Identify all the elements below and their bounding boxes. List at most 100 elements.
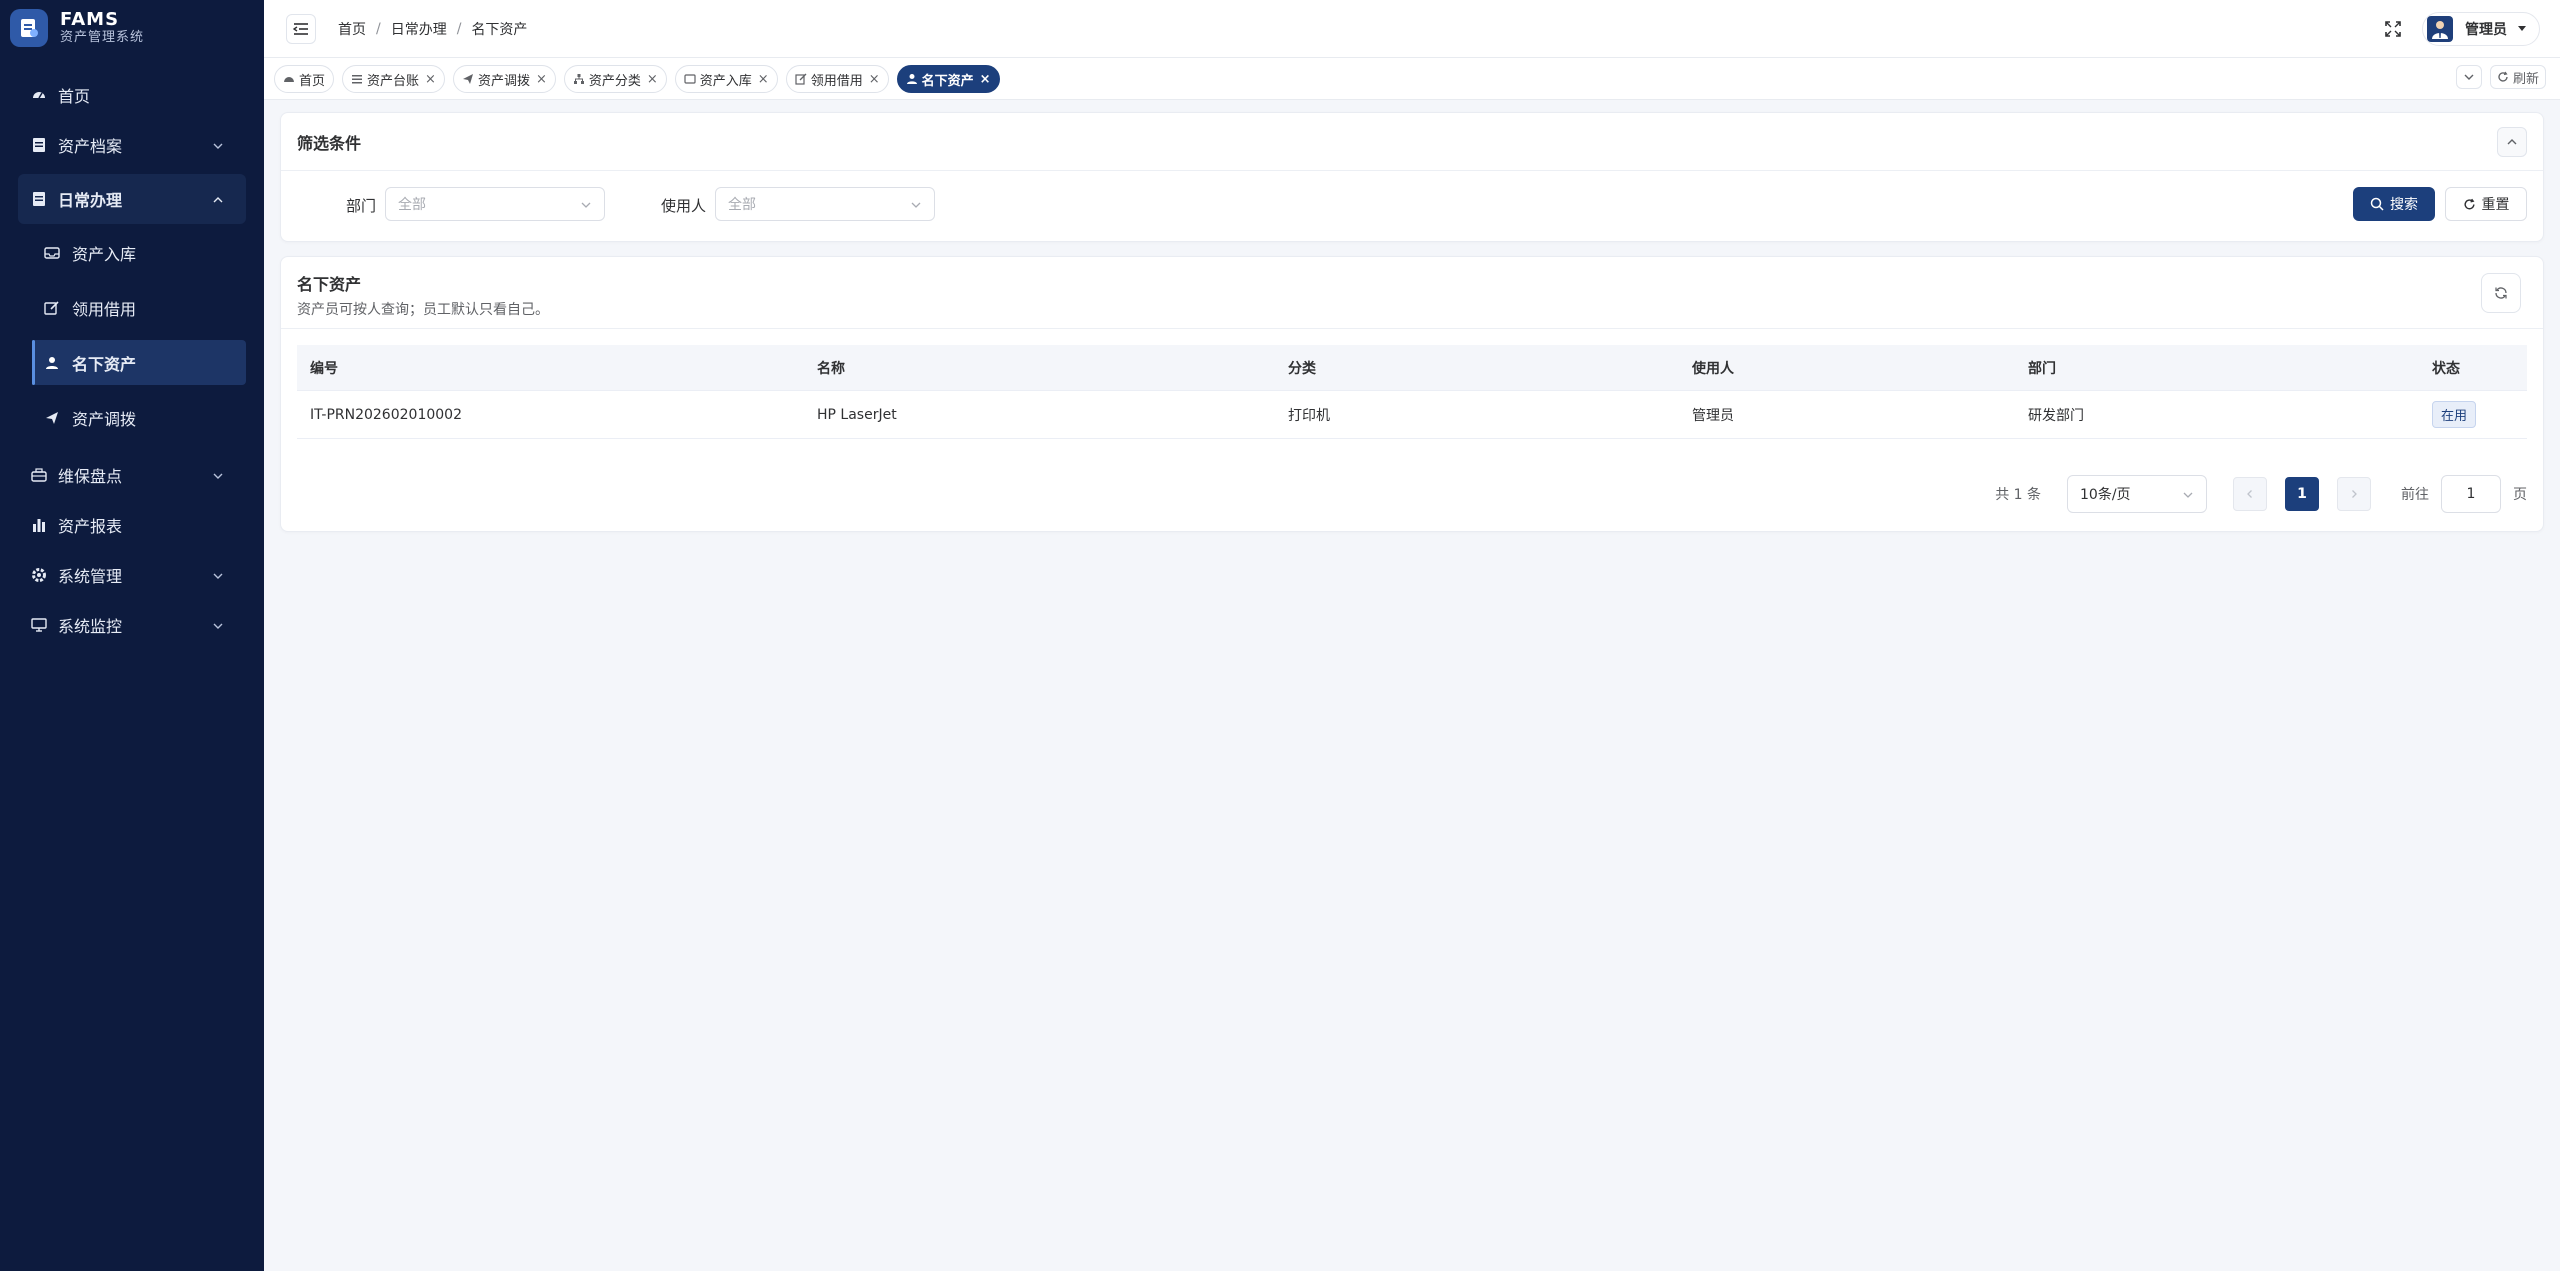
sidebar-item-label: 名下资产 bbox=[72, 354, 137, 374]
next-page-button[interactable] bbox=[2337, 477, 2371, 511]
sidebar-item-label: 领用借用 bbox=[72, 299, 137, 319]
breadcrumb-item[interactable]: 首页 bbox=[338, 19, 366, 39]
brand[interactable]: FAMS 资产管理系统 bbox=[0, 0, 264, 56]
sitemap-icon bbox=[573, 73, 585, 85]
chevron-down-icon bbox=[910, 199, 922, 215]
user-select[interactable]: 全部 bbox=[715, 187, 935, 221]
user-label: 使用人 bbox=[661, 197, 707, 215]
breadcrumb-item[interactable]: 日常办理 bbox=[391, 19, 447, 39]
assets-table: 编号 名称 分类 使用人 部门 状态 IT-PRN202602010002 HP… bbox=[297, 345, 2527, 439]
gear-icon bbox=[30, 566, 48, 584]
page-suffix: 页 bbox=[2513, 487, 2527, 503]
dept-select-value: 全部 bbox=[398, 197, 426, 213]
goto-page-input[interactable]: 1 bbox=[2441, 475, 2501, 513]
column-header-dept[interactable]: 部门 bbox=[2028, 358, 2056, 378]
tab-label: 资产分类 bbox=[588, 73, 641, 89]
close-icon[interactable]: × bbox=[425, 72, 436, 87]
sidebar-item-monitor[interactable]: 系统监控 bbox=[18, 600, 246, 650]
document-icon bbox=[30, 136, 48, 154]
sidebar-item-my-assets[interactable]: 名下资产 bbox=[32, 340, 246, 385]
breadcrumb: 首页 / 日常办理 / 名下资产 bbox=[338, 19, 527, 39]
brand-subtitle: 资产管理系统 bbox=[60, 30, 145, 45]
sidebar-item-daily[interactable]: 日常办理 bbox=[18, 174, 246, 224]
sidebar-item-label: 首页 bbox=[58, 87, 91, 106]
column-header-code[interactable]: 编号 bbox=[310, 358, 338, 378]
tags-dropdown-button[interactable] bbox=[2455, 65, 2482, 89]
sidebar-item-maintenance[interactable]: 维保盘点 bbox=[18, 450, 246, 500]
cell-code: IT-PRN202602010002 bbox=[310, 406, 462, 423]
reset-button[interactable]: 重置 bbox=[2445, 187, 2527, 221]
close-icon[interactable]: × bbox=[536, 72, 547, 87]
tab-asset-ledger[interactable]: 资产台账 × bbox=[342, 65, 445, 93]
refresh-table-button[interactable] bbox=[2481, 273, 2521, 313]
search-icon bbox=[2370, 197, 2384, 211]
collapse-filter-button[interactable] bbox=[2497, 127, 2527, 157]
search-button[interactable]: 搜索 bbox=[2353, 187, 2435, 221]
fullscreen-icon bbox=[2385, 21, 2401, 37]
send-icon bbox=[462, 73, 474, 85]
list-icon bbox=[351, 73, 363, 85]
sidebar-item-reports[interactable]: 资产报表 bbox=[18, 500, 246, 550]
table-title: 名下资产 bbox=[297, 275, 362, 294]
tab-my-assets[interactable]: 名下资产 × bbox=[896, 65, 1000, 93]
tab-label: 名下资产 bbox=[921, 73, 974, 89]
column-header-user[interactable]: 使用人 bbox=[1692, 358, 1734, 378]
tags-view: 首页 资产台账 × 资产调拨 × 资产分类 × 资产入库 × 领用借用 × 名下… bbox=[264, 58, 2560, 100]
column-header-name[interactable]: 名称 bbox=[817, 358, 845, 378]
chevron-down-icon bbox=[580, 199, 592, 215]
close-icon[interactable]: × bbox=[980, 72, 991, 87]
monitor-icon bbox=[30, 616, 48, 634]
sidebar-item-home[interactable]: 首页 bbox=[18, 70, 246, 120]
sidebar-nav: 首页 资产档案 日常办理 资产入库 领用借用 名下资产 资产调拨 维保盘点 资产… bbox=[0, 56, 264, 650]
close-icon[interactable]: × bbox=[758, 72, 769, 87]
table-row[interactable]: IT-PRN202602010002 HP LaserJet 打印机 管理员 研… bbox=[297, 391, 2527, 439]
column-header-category[interactable]: 分类 bbox=[1288, 358, 1316, 378]
breadcrumb-separator: / bbox=[456, 20, 462, 37]
user-icon bbox=[906, 73, 918, 85]
sidebar-item-system[interactable]: 系统管理 bbox=[18, 550, 246, 600]
sidebar-item-borrow[interactable]: 领用借用 bbox=[32, 285, 246, 330]
dashboard-icon bbox=[283, 73, 295, 85]
tab-home[interactable]: 首页 bbox=[274, 65, 335, 93]
close-icon[interactable]: × bbox=[647, 72, 658, 87]
tab-label: 资产台账 bbox=[367, 73, 420, 89]
tab-asset-category[interactable]: 资产分类 × bbox=[563, 65, 667, 93]
tab-borrow[interactable]: 领用借用 × bbox=[785, 65, 889, 93]
refresh-icon bbox=[2498, 71, 2508, 82]
sidebar-item-label: 系统管理 bbox=[58, 567, 123, 586]
tab-asset-inbound[interactable]: 资产入库 × bbox=[674, 65, 778, 93]
sidebar-item-asset-archive[interactable]: 资产档案 bbox=[18, 120, 246, 170]
page-size-select[interactable]: 10条/页 bbox=[2067, 475, 2207, 513]
caret-down-icon bbox=[2518, 26, 2526, 31]
menu-toggle-button[interactable] bbox=[286, 13, 316, 44]
chevron-down-icon bbox=[2464, 74, 2474, 80]
column-header-status[interactable]: 状态 bbox=[2432, 358, 2460, 378]
briefcase-icon bbox=[30, 466, 48, 484]
fullscreen-button[interactable] bbox=[2376, 12, 2410, 46]
prev-page-button[interactable] bbox=[2233, 477, 2267, 511]
filter-body: 部门 全部 使用人 全部 搜索 重置 bbox=[281, 171, 2543, 241]
page-size-value: 10条/页 bbox=[2080, 487, 2131, 503]
page-number-current[interactable]: 1 bbox=[2285, 477, 2319, 511]
sidebar-item-label: 资产入库 bbox=[72, 244, 137, 264]
menu-fold-icon bbox=[293, 22, 308, 35]
edit-icon bbox=[44, 300, 60, 316]
table-header-row: 编号 名称 分类 使用人 部门 状态 bbox=[297, 345, 2527, 391]
dashboard-icon bbox=[30, 86, 48, 104]
refresh-tab-button[interactable]: 刷新 bbox=[2489, 65, 2546, 89]
tag-list: 首页 资产台账 × 资产调拨 × 资产分类 × 资产入库 × 领用借用 × 名下… bbox=[274, 65, 1008, 93]
sidebar-item-transfer[interactable]: 资产调拨 bbox=[32, 395, 246, 440]
sidebar-submenu-daily: 资产入库 领用借用 名下资产 资产调拨 bbox=[18, 230, 246, 440]
user-menu[interactable]: 管理员 bbox=[2422, 12, 2540, 46]
filter-header: 筛选条件 bbox=[281, 113, 2543, 171]
sidebar-item-label: 维保盘点 bbox=[58, 467, 123, 486]
dept-select[interactable]: 全部 bbox=[385, 187, 605, 221]
close-icon[interactable]: × bbox=[869, 72, 880, 87]
sidebar-item-asset-inbound[interactable]: 资产入库 bbox=[32, 230, 246, 275]
tab-asset-transfer[interactable]: 资产调拨 × bbox=[452, 65, 556, 93]
chevron-down-icon bbox=[212, 137, 224, 156]
user-select-value: 全部 bbox=[728, 197, 756, 213]
cell-dept: 研发部门 bbox=[2028, 407, 2084, 424]
sidebar: FAMS 资产管理系统 首页 资产档案 日常办理 资产入库 领用借用 名下资产 … bbox=[0, 0, 264, 1271]
avatar bbox=[2427, 16, 2453, 42]
